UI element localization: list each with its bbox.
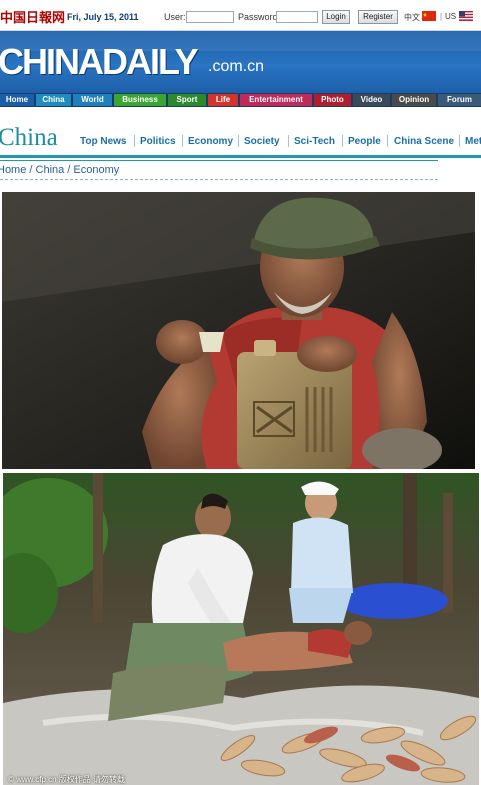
register-button[interactable]: Register — [358, 10, 398, 24]
china-flag-icon[interactable] — [422, 11, 436, 21]
nav-item-sport[interactable]: Sport — [168, 94, 206, 106]
top-utility-bar: 中国日報网 Fri, July 15, 2011 User: Password:… — [0, 0, 481, 31]
section-item-people[interactable]: People — [348, 136, 381, 147]
article-photo-man-with-liquor-can — [2, 192, 475, 469]
user-label: User: — [164, 12, 186, 22]
section-item-politics[interactable]: Politics — [140, 136, 176, 147]
current-date: Fri, July 15, 2011 — [67, 12, 139, 22]
masthead-banner: CHINADAILY .com.cn — [0, 31, 481, 93]
section-divider — [459, 135, 460, 147]
breadcrumb-top-rule — [0, 160, 438, 161]
section-divider — [288, 135, 289, 147]
breadcrumb-rule — [0, 179, 438, 180]
section-divider — [342, 135, 343, 147]
lang-divider: | — [440, 12, 443, 21]
section-divider — [134, 135, 135, 147]
photo-watermark: © www.cfp.cn 版权作品 请勿转载 — [8, 775, 126, 784]
us-flag-icon[interactable] — [459, 11, 473, 21]
section-item-metro[interactable]: Met — [465, 136, 481, 147]
login-button[interactable]: Login — [322, 10, 350, 24]
section-item-china-scene[interactable]: China Scene — [394, 136, 454, 147]
logo-domain: .com.cn — [208, 58, 265, 75]
nav-item-opinion[interactable]: Opinion — [392, 94, 436, 106]
user-input[interactable] — [186, 11, 234, 23]
nav-item-china[interactable]: China — [36, 94, 71, 106]
section-divider — [238, 135, 239, 147]
section-item-sci-tech[interactable]: Sci-Tech — [294, 136, 335, 147]
password-label: Password: — [238, 12, 281, 22]
nav-item-entertainment[interactable]: Entertainment — [240, 94, 312, 106]
main-nav-bar: Home China World Business Sport Life Ent… — [0, 93, 481, 107]
chinadaily-logo[interactable]: CHINADAILY — [0, 41, 199, 83]
us-language-link[interactable]: US — [445, 12, 456, 21]
breadcrumb[interactable]: Home / China / Economy — [0, 164, 119, 176]
chinese-language-link[interactable]: 中文 — [404, 12, 420, 23]
nav-item-business[interactable]: Business — [114, 94, 166, 106]
password-input[interactable] — [276, 11, 318, 23]
section-item-society[interactable]: Society — [244, 136, 280, 147]
chinese-site-logo[interactable]: 中国日報网 — [0, 7, 65, 26]
section-divider — [387, 135, 388, 147]
section-item-top-news[interactable]: Top News — [80, 136, 126, 147]
nav-item-video[interactable]: Video — [353, 94, 390, 106]
photo-illustration — [3, 473, 479, 785]
nav-item-photo[interactable]: Photo — [314, 94, 351, 106]
nav-item-forum[interactable]: Forum — [438, 94, 481, 106]
nav-item-life[interactable]: Life — [208, 94, 238, 106]
section-divider — [182, 135, 183, 147]
section-title[interactable]: China — [0, 124, 58, 152]
photo-illustration — [2, 192, 475, 469]
nav-item-world[interactable]: World — [73, 94, 112, 106]
article-photo-doctor-examining-patient: © www.cfp.cn 版权作品 请勿转载 — [3, 473, 479, 785]
nav-item-home[interactable]: Home — [0, 94, 34, 106]
section-item-economy[interactable]: Economy — [188, 136, 233, 147]
